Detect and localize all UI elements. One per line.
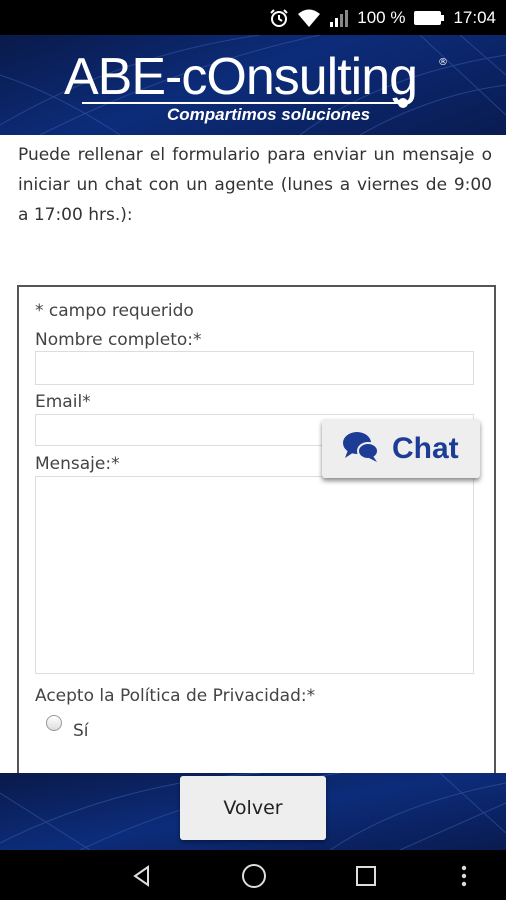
privacy-option-label: Sí [73,721,89,741]
header-banner: ABE-cOnsulting ® Compartimos soluciones [0,35,506,135]
chat-button-label: Chat [392,431,459,465]
navigation-bar [0,850,506,900]
back-icon[interactable] [128,862,156,890]
privacy-radio[interactable] [46,715,62,731]
battery-icon [413,10,445,26]
email-label: Email* [35,392,91,412]
home-icon[interactable] [240,862,268,890]
logo-tagline: Compartimos soluciones [167,105,371,124]
alarm-icon [269,8,289,28]
logo-dot [398,98,408,108]
logo-registered-mark: ® [438,57,448,68]
intro-text: Puede rellenar el formulario para enviar… [18,145,492,225]
chat-button[interactable]: Chat [322,419,480,478]
wifi-icon [297,8,321,28]
logo-underline [82,102,404,104]
recents-icon[interactable] [352,862,380,890]
name-label: Nombre completo:* [35,330,202,350]
overflow-menu-icon[interactable] [450,862,478,890]
name-input[interactable] [35,351,474,385]
back-button[interactable]: Volver [180,776,326,840]
required-note: * campo requerido [35,301,194,321]
clock: 17:04 [453,7,496,27]
message-label: Mensaje:* [35,454,120,474]
battery-level: 100 % [357,7,406,27]
logo-text: ABE-cOnsulting [64,48,418,106]
contact-form: * campo requerido Nombre completo:* Emai… [17,285,496,785]
privacy-label: Acepto la Política de Privacidad:* [35,686,316,706]
message-textarea[interactable] [35,476,474,674]
chat-bubbles-icon [342,430,380,468]
signal-icon [329,8,349,28]
status-bar: 100 % 17:04 [0,0,506,35]
